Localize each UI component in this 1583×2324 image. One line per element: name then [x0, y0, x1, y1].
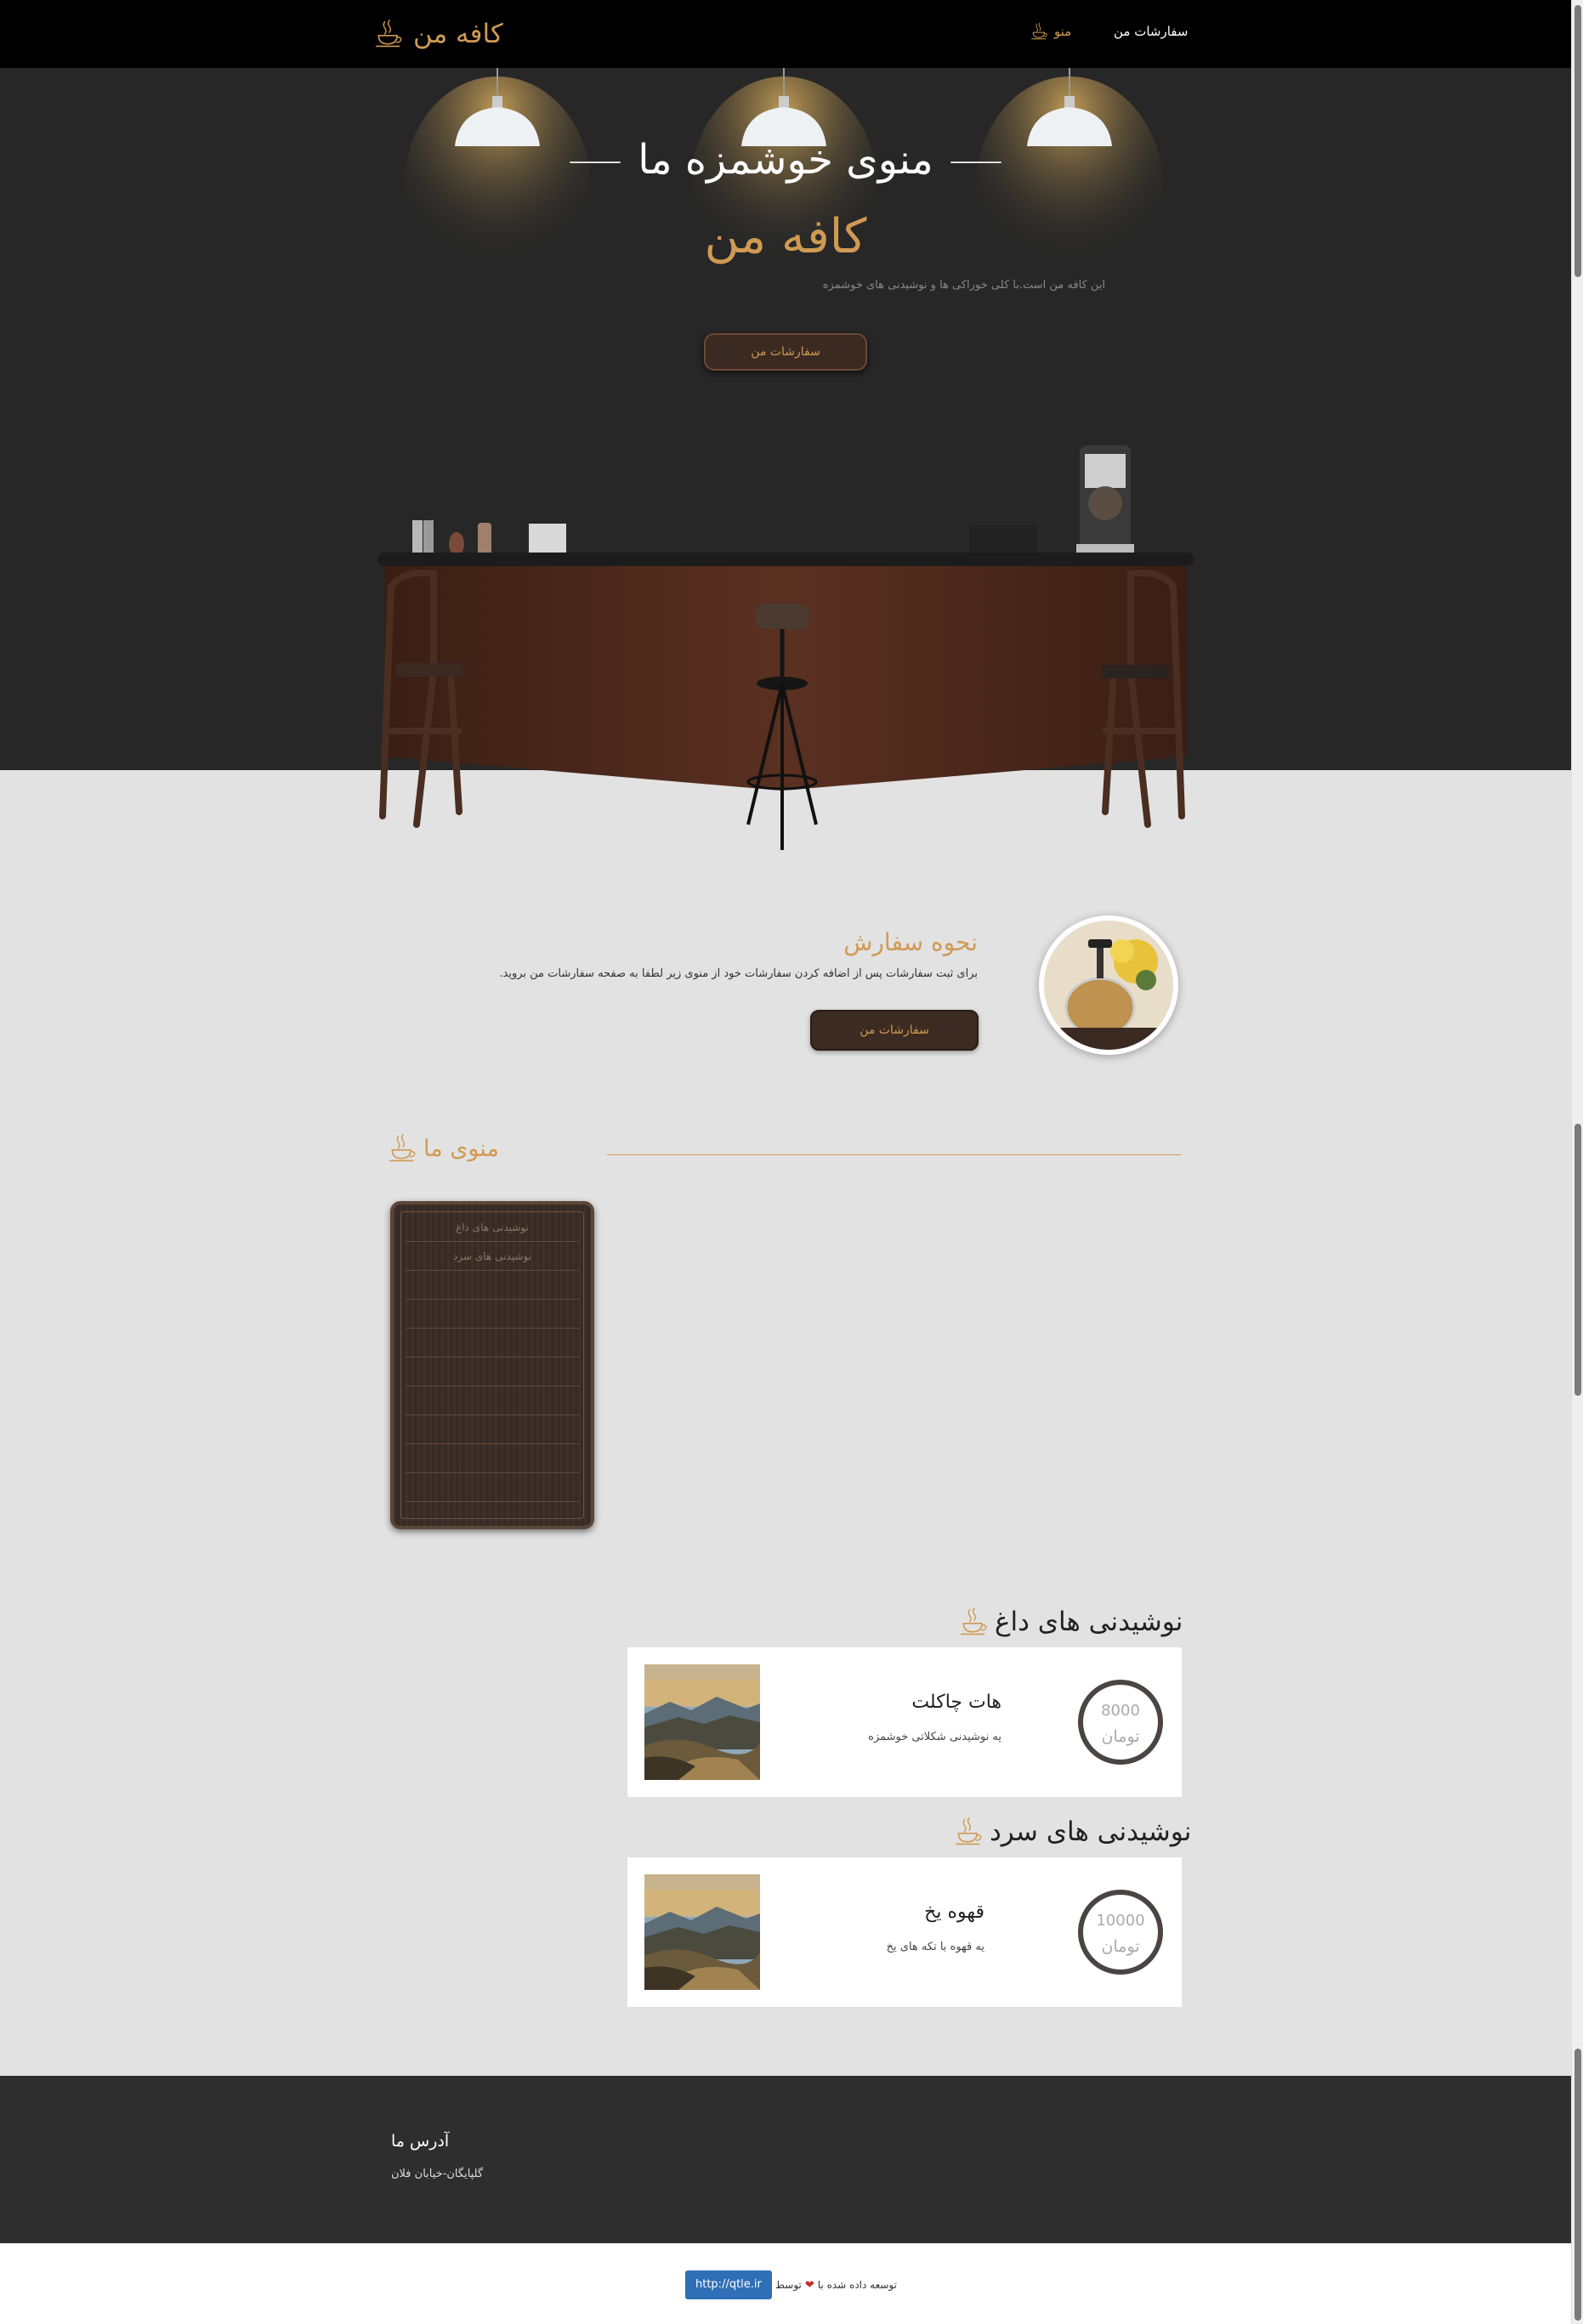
- menu-board-empty-row: [406, 1386, 579, 1415]
- price-value: 8000: [1101, 1702, 1140, 1720]
- menu-board-item-hot[interactable]: نوشیدنی های داغ: [406, 1213, 579, 1242]
- heart-icon: ❤: [804, 2278, 814, 2292]
- item-name: هات چاکلت: [911, 1692, 1001, 1713]
- hero-description: این کافه من است.با کلی خوراکی ها و نوشید…: [822, 279, 1105, 292]
- hero-brand: کافه من: [704, 209, 867, 264]
- price-value: 10000: [1096, 1912, 1145, 1930]
- menu-board-empty-row: [406, 1473, 579, 1502]
- menu-item-card[interactable]: 8000 تومان هات چاکلت یه نوشیدنی شکلاتی خ…: [627, 1647, 1182, 1797]
- brand-text: کافه من: [413, 19, 503, 49]
- howto-orders-button[interactable]: سفارشات من: [810, 1010, 979, 1051]
- menu-board-empty-row: [406, 1271, 579, 1300]
- item-photo: [644, 1664, 760, 1780]
- credit-by: توسط: [774, 2279, 802, 2291]
- category-title: نوشیدنی های داغ: [995, 1607, 1183, 1637]
- hero-title: منوی خوشمزه ما: [0, 136, 1571, 184]
- credit-prefix: توسعه داده شده با: [817, 2279, 897, 2291]
- page-scrollbar[interactable]: [1571, 0, 1583, 2324]
- menu-board-empty-row: [406, 1444, 579, 1473]
- navbar: [0, 0, 1571, 68]
- credit: http://qtle.ir توسعه داده شده با ❤ توسط: [685, 2270, 897, 2300]
- howto-title: نحوه سفارش: [843, 928, 978, 956]
- coffee-cup-icon: [374, 17, 405, 51]
- footer: [0, 2076, 1571, 2243]
- menu-board-item-cold[interactable]: نوشیدنی های سرد: [406, 1242, 579, 1271]
- category-heading-hot: نوشیدنی های داغ: [959, 1601, 1183, 1643]
- menu-board: نوشیدنی های داغ نوشیدنی های سرد: [390, 1201, 594, 1529]
- scrollbar-thumb[interactable]: [1574, 5, 1581, 277]
- hero-orders-button[interactable]: سفارشات من: [704, 333, 867, 371]
- item-photo: [644, 1874, 760, 1990]
- category-title: نوشیدنی های سرد: [990, 1817, 1192, 1847]
- title-dash: [570, 162, 621, 163]
- coffee-cup-icon: [954, 1813, 984, 1851]
- price-currency: تومان: [1101, 1727, 1140, 1746]
- footer-address: گلپایگان-خیابان فلان: [391, 2168, 484, 2180]
- scrollbar-thumb[interactable]: [1574, 2049, 1581, 2321]
- nav-link-menu[interactable]: منو: [1030, 22, 1071, 41]
- coffee-cup-icon: [959, 1603, 990, 1641]
- menu-board-empty-row: [406, 1300, 579, 1329]
- menu-board-empty-row: [406, 1358, 579, 1386]
- price-badge: 10000 تومان: [1078, 1890, 1163, 1975]
- footer-title: آدرس ما: [391, 2132, 450, 2151]
- scrollbar-thumb[interactable]: [1574, 1124, 1581, 1396]
- menu-heading: منوی ما: [388, 1127, 499, 1170]
- item-description: یه قهوه با تکه های یخ: [886, 1941, 984, 1953]
- price-badge: 8000 تومان: [1078, 1680, 1163, 1765]
- bottle-icon: [412, 520, 423, 554]
- teapot-photo: [1039, 915, 1178, 1055]
- nav-link-orders[interactable]: سفارشات من: [1114, 22, 1188, 41]
- menu-board-empty-row: [406, 1415, 579, 1444]
- coffee-cup-icon: [388, 1131, 418, 1166]
- howto-description: برای ثبت سفارشات پس از اضافه کردن سفارشا…: [499, 967, 978, 980]
- coffee-cup-icon: [1030, 21, 1049, 42]
- menu-heading-divider: [607, 1154, 1181, 1155]
- pendant-lamp-icon: [404, 68, 591, 298]
- item-description: یه نوشیدنی شکلاتی خوشمزه: [868, 1731, 1001, 1743]
- hero-title-text: منوی خوشمزه ما: [638, 136, 933, 184]
- napkin-holder-icon: [529, 524, 566, 554]
- menu-heading-text: منوی ما: [423, 1135, 499, 1162]
- credit-text: توسعه داده شده با ❤ توسط: [775, 2279, 897, 2292]
- title-dash: [950, 162, 1001, 163]
- cafe-counter-illustration: [377, 445, 1194, 850]
- menu-board-empty-row: [406, 1329, 579, 1358]
- brand-logo[interactable]: کافه من: [374, 12, 503, 56]
- menu-item-card[interactable]: 10000 تومان قهوه یخ یه قهوه با تکه های ی…: [627, 1857, 1182, 2007]
- price-currency: تومان: [1101, 1937, 1140, 1956]
- item-name: قهوه یخ: [924, 1902, 984, 1923]
- nav-link-menu-label: منو: [1054, 24, 1072, 39]
- category-heading-cold: نوشیدنی های سرد: [954, 1811, 1191, 1853]
- cash-register-icon: [969, 525, 1037, 554]
- credit-link[interactable]: http://qtle.ir: [685, 2270, 772, 2299]
